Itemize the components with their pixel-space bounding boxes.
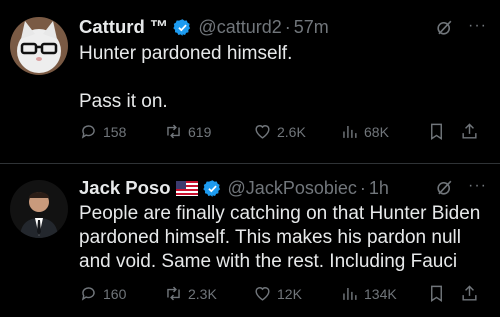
verified-badge-icon — [173, 18, 192, 37]
retweet-button[interactable]: 619 — [164, 122, 211, 141]
separator-dot: · — [284, 16, 291, 37]
tweet-actions: 160 2.3K 12K 134K — [79, 284, 489, 306]
handle[interactable]: @catturd2 — [198, 17, 281, 38]
display-name[interactable]: Catturd ™ — [79, 16, 168, 38]
tweet-text: Hunter pardoned himself. Pass it on. — [79, 43, 293, 112]
timeline: Catturd ™ @catturd2 · 57m ··· Hunter par… — [0, 0, 500, 317]
bookmark-icon — [431, 285, 442, 302]
tweet-header: Jack Poso @JackPosobiec · 1h — [79, 175, 389, 201]
grok-icon[interactable] — [434, 177, 454, 197]
display-name[interactable]: Jack Poso — [79, 177, 171, 199]
views-button[interactable]: 134K — [340, 284, 397, 303]
tweet-actions: 158 619 2.6K 68K — [79, 122, 489, 144]
bookmark-button[interactable] — [427, 122, 451, 141]
share-button[interactable] — [460, 122, 484, 141]
separator-dot: · — [359, 177, 366, 198]
avatar[interactable] — [10, 17, 68, 75]
reply-icon — [81, 287, 95, 301]
like-button[interactable]: 2.6K — [253, 122, 306, 141]
verified-badge-icon — [202, 179, 222, 198]
retweet-icon — [167, 286, 180, 301]
views-button[interactable]: 68K — [340, 122, 389, 141]
retweet-button[interactable]: 2.3K — [164, 284, 217, 303]
like-count: 12K — [277, 285, 302, 302]
tweet-text: People are finally catching on that Hunt… — [79, 203, 486, 272]
like-button[interactable]: 12K — [253, 284, 302, 303]
tweet-jack-poso[interactable]: Jack Poso @JackPosobiec · 1h ··· People … — [0, 164, 500, 317]
retweet-count: 2.3K — [188, 285, 217, 302]
avatar[interactable] — [10, 180, 68, 238]
reply-count: 158 — [103, 123, 127, 140]
more-options-icon[interactable]: ··· — [468, 17, 488, 37]
reply-count: 160 — [103, 285, 127, 302]
retweet-icon — [167, 124, 180, 139]
reply-button[interactable]: 158 — [79, 122, 126, 141]
bookmark-icon — [431, 123, 442, 140]
view-count: 68K — [364, 123, 389, 140]
more-options-icon[interactable]: ··· — [468, 177, 488, 197]
heart-icon — [255, 287, 270, 301]
heart-icon — [255, 125, 270, 139]
views-icon — [343, 287, 357, 300]
share-button[interactable] — [460, 284, 484, 303]
like-count: 2.6K — [277, 123, 306, 140]
views-icon — [343, 125, 357, 138]
handle[interactable]: @JackPosobiec — [228, 178, 357, 199]
bookmark-button[interactable] — [427, 284, 451, 303]
tweet-catturd[interactable]: Catturd ™ @catturd2 · 57m ··· Hunter par… — [0, 0, 500, 163]
reply-icon — [81, 125, 95, 139]
timestamp[interactable]: 57m — [294, 17, 329, 38]
view-count: 134K — [364, 285, 397, 302]
reply-button[interactable]: 160 — [79, 284, 126, 303]
share-icon — [462, 285, 477, 301]
tweet-header: Catturd ™ @catturd2 · 57m — [79, 14, 329, 40]
us-flag-icon — [175, 180, 198, 196]
timestamp[interactable]: 1h — [369, 178, 389, 199]
share-icon — [462, 123, 477, 139]
retweet-count: 619 — [188, 123, 212, 140]
grok-icon[interactable] — [434, 17, 454, 37]
